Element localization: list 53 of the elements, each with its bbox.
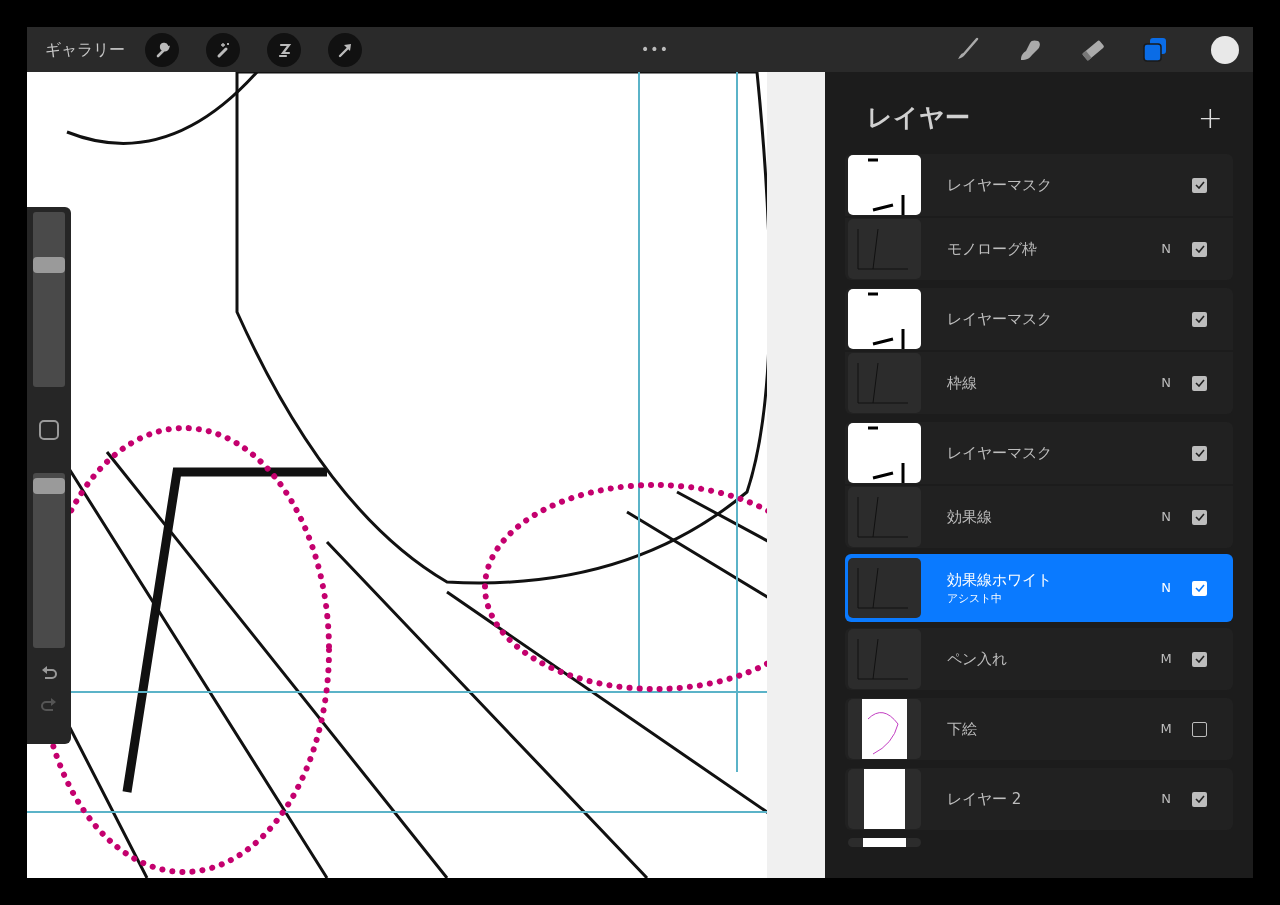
visibility-checkbox[interactable] xyxy=(1192,375,1207,391)
slider-thumb[interactable] xyxy=(33,477,65,494)
more-button[interactable]: ••• xyxy=(641,39,669,60)
layer-status: アシスト中 xyxy=(947,591,1003,607)
brush-size-slider[interactable] xyxy=(33,212,65,387)
layer-name: レイヤー 2 xyxy=(947,788,1022,810)
layer-row[interactable]: 枠線 N xyxy=(845,352,1233,414)
layer-name: 下絵 xyxy=(947,718,977,740)
layer-row[interactable]: ペン入れ M xyxy=(845,628,1233,690)
add-layer-button[interactable]: + xyxy=(1197,103,1223,133)
blend-mode-label[interactable]: M xyxy=(1152,649,1180,669)
visibility-checkbox[interactable] xyxy=(1192,791,1207,807)
layer-row[interactable]: レイヤー 2 N xyxy=(845,768,1233,830)
panel-title: レイヤー xyxy=(867,102,970,135)
visibility-checkbox[interactable] xyxy=(1192,721,1207,737)
blend-mode-label[interactable]: N xyxy=(1152,239,1180,259)
slider-thumb[interactable] xyxy=(33,256,65,273)
blend-mode-label[interactable]: M xyxy=(1152,719,1180,739)
blend-mode-label[interactable]: N xyxy=(1152,789,1180,809)
layer-row[interactable]: 効果線ホワイト アシスト中 N xyxy=(845,554,1233,622)
blend-mode-label[interactable]: N xyxy=(1152,373,1180,393)
opacity-slider[interactable] xyxy=(33,473,65,648)
visibility-checkbox[interactable] xyxy=(1192,445,1207,461)
layer-row[interactable]: レイヤーマスク xyxy=(845,288,1233,350)
magic-wand-button[interactable] xyxy=(206,32,240,67)
layer-row[interactable]: レイヤーマスク xyxy=(845,422,1233,484)
visibility-checkbox[interactable] xyxy=(1192,580,1207,596)
layer-row[interactable]: レイヤーマスク xyxy=(845,154,1233,216)
layer-name: 効果線ホワイト xyxy=(947,569,1052,591)
modify-button[interactable] xyxy=(39,420,59,440)
color-button[interactable] xyxy=(1211,35,1239,64)
layer-row[interactable]: モノローグ枠 N xyxy=(845,218,1233,280)
layer-name: レイヤーマスク xyxy=(947,308,1052,330)
gallery-button[interactable]: ギャラリー xyxy=(45,37,125,62)
layer-name: 効果線 xyxy=(947,506,992,528)
layer-name: モノローグ枠 xyxy=(947,238,1037,260)
visibility-checkbox[interactable] xyxy=(1192,177,1207,193)
layer-name: 枠線 xyxy=(947,372,977,394)
visibility-checkbox[interactable] xyxy=(1192,651,1207,667)
layers-icon[interactable] xyxy=(1141,35,1169,64)
arrow-button[interactable] xyxy=(328,32,362,67)
blend-mode-label[interactable]: N xyxy=(1152,507,1180,527)
visibility-checkbox[interactable] xyxy=(1192,311,1207,327)
layer-row[interactable]: 効果線 N xyxy=(845,486,1233,548)
visibility-checkbox[interactable] xyxy=(1192,241,1207,257)
layer-name: レイヤーマスク xyxy=(947,442,1052,464)
layer-row[interactable]: 下絵 M xyxy=(845,698,1233,760)
selection-button[interactable] xyxy=(267,32,301,67)
visibility-checkbox[interactable] xyxy=(1192,509,1207,525)
layer-name: ペン入れ xyxy=(947,648,1007,670)
layer-name: レイヤーマスク xyxy=(947,174,1052,196)
wrench-button[interactable] xyxy=(145,32,179,67)
blend-mode-label[interactable]: N xyxy=(1152,578,1180,598)
